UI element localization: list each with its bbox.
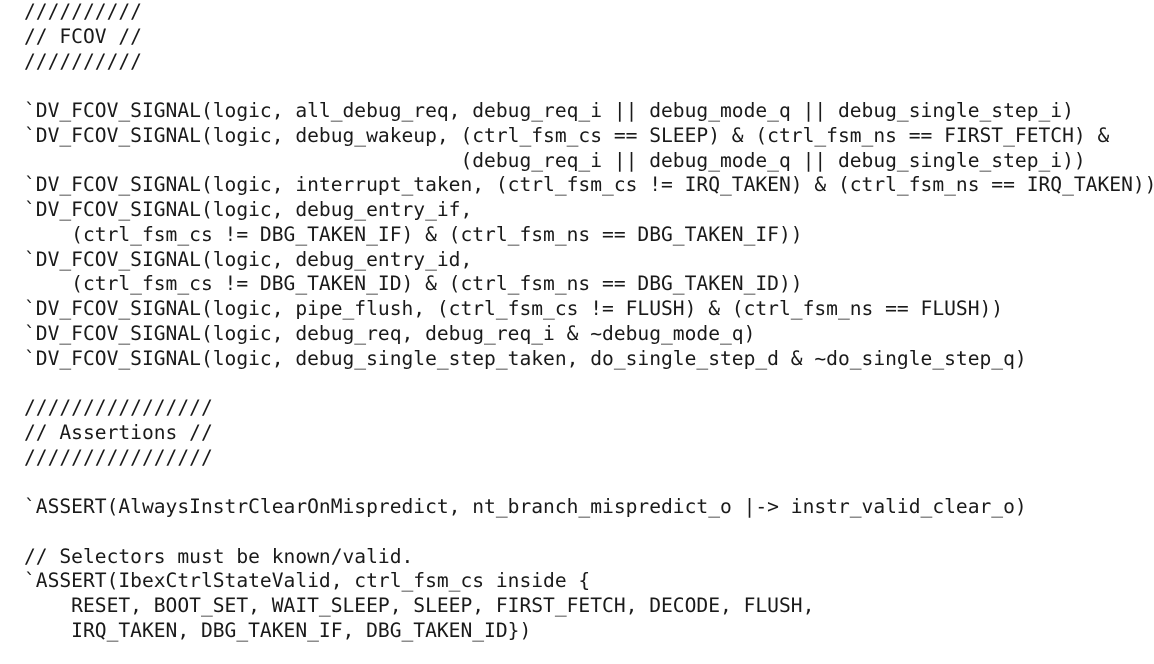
code-line: `DV_FCOV_SIGNAL(logic, debug_wakeup, (ct… bbox=[24, 123, 1110, 147]
code-listing: ////////// // FCOV // ////////// `DV_FCO… bbox=[24, 0, 1154, 664]
code-line: //////////////// bbox=[24, 445, 213, 469]
code-line: RESET, BOOT_SET, WAIT_SLEEP, SLEEP, FIRS… bbox=[24, 594, 815, 617]
code-line: `DV_FCOV_SIGNAL(logic, debug_entry_if, bbox=[24, 198, 473, 221]
code-line: // Assertions // bbox=[24, 420, 213, 444]
code-line: (ctrl_fsm_cs != DBG_TAKEN_ID) & (ctrl_fs… bbox=[24, 272, 803, 296]
code-line: `DV_FCOV_SIGNAL(logic, debug_req, debug_… bbox=[24, 321, 756, 345]
code-line: //////////////// bbox=[24, 396, 213, 419]
code-line: `DV_FCOV_SIGNAL(logic, debug_entry_id, bbox=[24, 247, 473, 271]
code-line: IRQ_TAKEN, DBG_TAKEN_IF, DBG_TAKEN_ID}) bbox=[24, 618, 532, 642]
code-line: // FCOV // bbox=[24, 24, 142, 48]
code-line: `DV_FCOV_SIGNAL(logic, debug_single_step… bbox=[24, 346, 1027, 370]
code-line: `DV_FCOV_SIGNAL(logic, interrupt_taken, … bbox=[24, 173, 1154, 197]
code-line: ////////// bbox=[24, 0, 142, 23]
code-line: `ASSERT(IbexCtrlStateValid, ctrl_fsm_cs … bbox=[24, 569, 591, 593]
code-line: `DV_FCOV_SIGNAL(logic, all_debug_req, de… bbox=[24, 99, 1074, 122]
code-line: // Selectors must be known/valid. bbox=[24, 544, 414, 568]
code-line: (debug_req_i || debug_mode_q || debug_si… bbox=[24, 148, 1086, 172]
code-line: `DV_FCOV_SIGNAL(logic, pipe_flush, (ctrl… bbox=[24, 297, 1004, 320]
code-line: `ASSERT(AlwaysInstrClearOnMispredict, nt… bbox=[24, 495, 1027, 518]
code-line: (ctrl_fsm_cs != DBG_TAKEN_IF) & (ctrl_fs… bbox=[24, 222, 803, 246]
code-line: ////////// bbox=[24, 49, 142, 73]
